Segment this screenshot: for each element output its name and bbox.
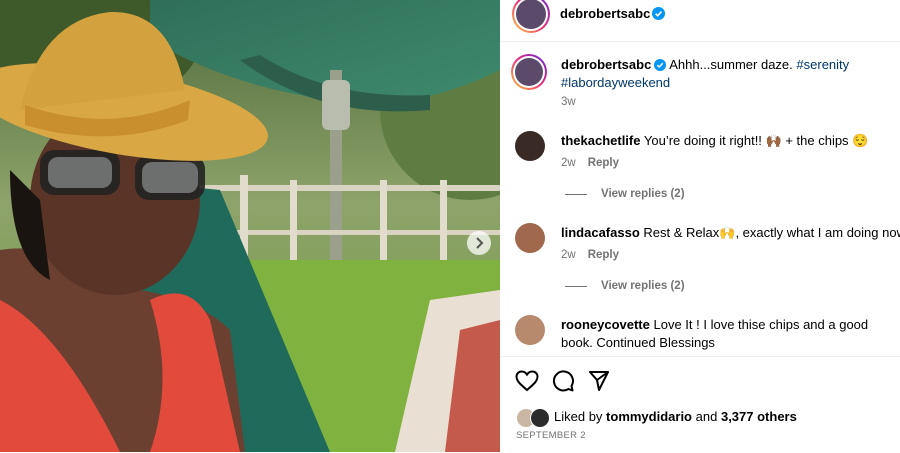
reply-button[interactable]: Reply: [588, 249, 619, 261]
post-panel: debrobertsabc debrobertsabc Ahhh...summe…: [500, 0, 900, 452]
comment-icon[interactable]: [552, 370, 574, 392]
likes-prefix: Liked by: [554, 409, 603, 424]
view-replies-button[interactable]: View replies (2): [565, 280, 685, 292]
liker-username[interactable]: tommydidario: [606, 409, 692, 424]
comment-text: Rest & Relax🙌, exactly what I am doing n…: [643, 225, 900, 240]
comment-meta: 2w Reply: [561, 157, 619, 169]
comment-text: You’re doing it right!! 🙌🏾 + the chips 😌: [643, 133, 869, 148]
author-avatar-ring[interactable]: [512, 0, 550, 33]
author-username[interactable]: debrobertsabc: [560, 6, 650, 21]
share-icon[interactable]: [588, 370, 610, 392]
commenter-avatar[interactable]: [515, 315, 545, 345]
commenter-username[interactable]: thekachetlife: [561, 133, 640, 148]
author-avatar[interactable]: [516, 0, 546, 29]
chevron-right-icon: [476, 237, 484, 249]
caption-text: Ahhh...summer daze.: [669, 57, 793, 72]
caption-username[interactable]: debrobertsabc: [561, 57, 651, 72]
commenter-username[interactable]: lindacafasso: [561, 225, 640, 240]
likes-count[interactable]: 3,377 others: [721, 409, 797, 424]
reply-button[interactable]: Reply: [588, 157, 619, 169]
post-photo: [0, 0, 500, 452]
commenter-avatar[interactable]: [515, 223, 545, 253]
comment-time: 2w: [561, 157, 576, 169]
caption-time: 3w: [561, 96, 576, 108]
verified-icon: [654, 59, 667, 71]
action-bar: Liked by tommydidario and 3,377 others S…: [500, 356, 900, 453]
caption-avatar-ring[interactable]: [511, 54, 547, 90]
hashtag-labordayweekend[interactable]: #labordayweekend: [561, 75, 670, 90]
verified-icon: [652, 7, 665, 20]
liker-avatar[interactable]: [530, 408, 550, 428]
commenter-avatar[interactable]: [515, 131, 545, 161]
hashtag-serenity[interactable]: #serenity: [796, 57, 849, 72]
next-photo-button[interactable]: [467, 231, 491, 255]
post-date: SEPTEMBER 2: [516, 430, 586, 441]
comment-meta: 2w Reply: [561, 249, 619, 261]
commenter-username[interactable]: rooneycovette: [561, 317, 650, 332]
view-replies-button[interactable]: View replies (2): [565, 188, 685, 200]
caption-avatar[interactable]: [515, 58, 543, 86]
post-header: debrobertsabc: [500, 0, 900, 42]
likes-and: and: [695, 409, 718, 424]
view-replies-label: View replies (2): [601, 188, 685, 200]
liked-by-avatars: [516, 408, 550, 428]
likes-summary: Liked by tommydidario and 3,377 others: [554, 408, 797, 426]
view-replies-label: View replies (2): [601, 280, 685, 292]
heart-icon[interactable]: [515, 370, 539, 392]
post-photo-image: [0, 0, 500, 452]
comment-time: 2w: [561, 249, 576, 261]
